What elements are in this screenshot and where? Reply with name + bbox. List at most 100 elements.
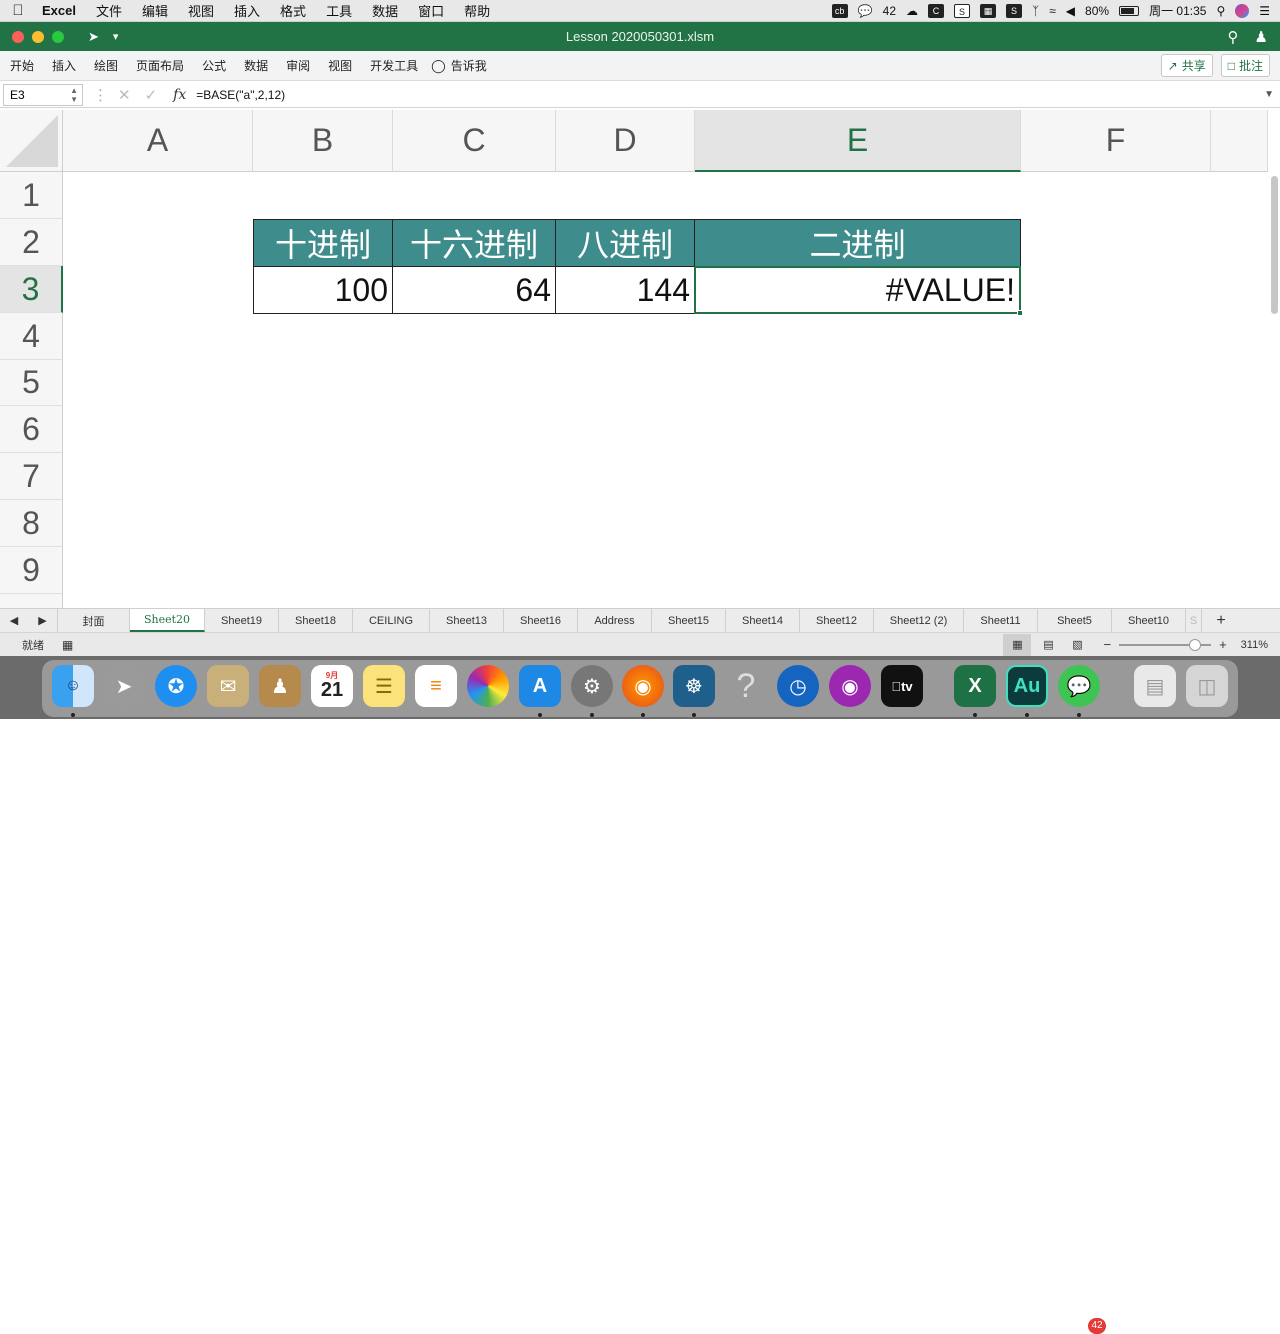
sheet-tab-sheet14[interactable]: Sheet14 [726,609,800,632]
fill-handle[interactable] [1017,310,1023,316]
zoom-in-button[interactable]: + [1219,637,1227,652]
apple-tv-icon[interactable]: tv [881,665,923,707]
row-header-4[interactable]: 4 [0,313,63,360]
status-s-icon[interactable]: S [954,3,970,18]
unknown-app-icon[interactable]: ? [725,665,767,707]
sheet-tab-sheet12-2[interactable]: Sheet12 (2) [874,609,964,632]
sheet-tab-sheet11[interactable]: Sheet11 [964,609,1038,632]
siri-icon[interactable] [1235,3,1250,18]
worksheet-grid[interactable]: A B C D E F 1 2 3 4 5 6 7 8 9 十进制 十六进制 八… [0,110,1268,608]
status-grid-icon[interactable]: ▦ [980,3,996,18]
safari-icon[interactable]: ✪ [155,665,197,707]
calendar-icon[interactable]: 9月 21 [311,665,353,707]
finder-icon[interactable]: ☺ [52,665,94,707]
tab-home[interactable]: 开始 [0,57,43,74]
trash-icon[interactable]: ◫ [1186,665,1228,707]
system-preferences-icon[interactable]: ⚙ [571,665,613,707]
insert-function-button[interactable]: fx [173,87,186,103]
status-s2-icon[interactable]: S [1006,3,1022,18]
zoom-slider-thumb[interactable] [1189,638,1202,651]
battery-icon[interactable] [1119,5,1140,16]
photos-icon[interactable] [467,665,509,707]
qat-dropdown-icon[interactable]: ▾ [113,30,119,43]
tab-view[interactable]: 视图 [319,57,361,74]
expand-formula-icon[interactable]: ▼ [1264,89,1274,100]
launchpad-icon[interactable]: ➤ [103,665,145,707]
notification-center-icon[interactable]: ☰ [1259,4,1270,18]
zoom-slider[interactable] [1119,638,1212,651]
name-box[interactable]: E3 ▲ ▼ [3,83,83,106]
macro-record-icon[interactable]: ▦ [62,638,73,652]
menu-data[interactable]: 数据 [362,1,408,20]
column-header-b[interactable]: B [253,110,393,172]
search-icon[interactable]: ⚲ [1228,28,1239,46]
column-header-g[interactable] [1211,110,1268,172]
vertical-scrollbar[interactable] [1268,172,1280,608]
column-header-a[interactable]: A [63,110,253,172]
menu-app-name[interactable]: Excel [36,3,86,18]
tell-me-search[interactable]: 告诉我 [446,57,496,74]
tab-draw[interactable]: 绘图 [85,57,127,74]
app-store-icon[interactable]: A [519,665,561,707]
menu-file[interactable]: 文件 [86,1,132,20]
sheet-tab-ceiling[interactable]: CEILING [353,609,430,632]
sheet-tab-cover[interactable]: 封面 [58,609,130,632]
add-sheet-button[interactable]: + [1202,609,1240,632]
share-button[interactable]: ↗ 共享 [1160,54,1213,77]
tab-formulas[interactable]: 公式 [193,57,235,74]
column-header-f[interactable]: F [1021,110,1211,172]
zoom-level[interactable]: 311% [1241,639,1268,651]
sheet-tab-sheet16[interactable]: Sheet16 [504,609,578,632]
menu-insert[interactable]: 插入 [224,1,270,20]
sheet-tab-sheet18[interactable]: Sheet18 [279,609,353,632]
page-layout-view-icon[interactable]: ▤ [1031,638,1065,651]
row-header-1[interactable]: 1 [0,172,63,219]
zoom-window-button[interactable] [52,30,64,43]
scroll-tabs-left-icon[interactable]: ◀ [0,609,28,632]
podcasts-icon[interactable]: ◉ [829,665,871,707]
header-cell-decimal[interactable]: 十进制 [253,219,393,267]
menu-edit[interactable]: 编辑 [132,1,178,20]
apple-icon[interactable]:  [0,2,36,19]
normal-view-icon[interactable]: ▦ [1003,633,1032,656]
firefox-icon[interactable]: ◉ [622,665,664,707]
menu-window[interactable]: 窗口 [408,1,454,20]
wifi-icon[interactable]: ≈ [1049,4,1056,18]
pointer-icon[interactable]: ➤ [88,29,99,45]
menu-view[interactable]: 视图 [178,1,224,20]
row-header-10[interactable] [0,594,63,608]
bluetooth-icon[interactable]: ᛉ [1032,4,1039,18]
page-break-view-icon[interactable]: ▧ [1065,638,1089,651]
account-icon[interactable]: ♟ [1255,28,1268,46]
header-cell-hex[interactable]: 十六进制 [392,219,556,267]
column-header-c[interactable]: C [393,110,556,172]
header-cell-octal[interactable]: 八进制 [555,219,695,267]
confirm-icon[interactable]: ✓ [145,86,158,104]
sheet-tab-sheet10[interactable]: Sheet10 [1112,609,1186,632]
vertical-scroll-thumb[interactable] [1271,176,1278,314]
sheet-tab-sheet20[interactable]: Sheet20 [130,609,205,632]
row-header-2[interactable]: 2 [0,219,63,266]
clock[interactable]: 周一 01:35 [1149,2,1206,19]
sheet-tab-address[interactable]: Address [578,609,652,632]
wechat-icon[interactable]: 💬 [1058,665,1100,707]
mail-icon[interactable]: ✉ [207,665,249,707]
row-header-5[interactable]: 5 [0,360,63,406]
formula-input[interactable]: =BASE("a",2,12) [196,88,285,102]
downloads-stack-icon[interactable]: ▤ [1134,665,1176,707]
mysql-workbench-icon[interactable]: ☸ [673,665,715,707]
value-cell-decimal[interactable]: 100 [253,266,393,314]
row-header-6[interactable]: 6 [0,406,63,453]
comments-button[interactable]: □ 批注 [1220,54,1270,77]
wechat-status-icon[interactable]: 💬 [858,4,873,18]
tab-developer[interactable]: 开发工具 [361,57,427,74]
name-box-stepper-icon[interactable]: ▲ ▼ [70,86,78,104]
status-app-icon[interactable]: cb [831,3,848,18]
sheet-tab-sheet12[interactable]: Sheet12 [800,609,874,632]
tab-page-layout[interactable]: 页面布局 [127,57,193,74]
cancel-icon[interactable]: ✕ [118,86,131,104]
row-header-3[interactable]: 3 [0,266,63,313]
audition-icon[interactable]: Au [1006,665,1048,707]
menu-tools[interactable]: 工具 [316,1,362,20]
volume-icon[interactable]: ◀ [1066,4,1075,18]
